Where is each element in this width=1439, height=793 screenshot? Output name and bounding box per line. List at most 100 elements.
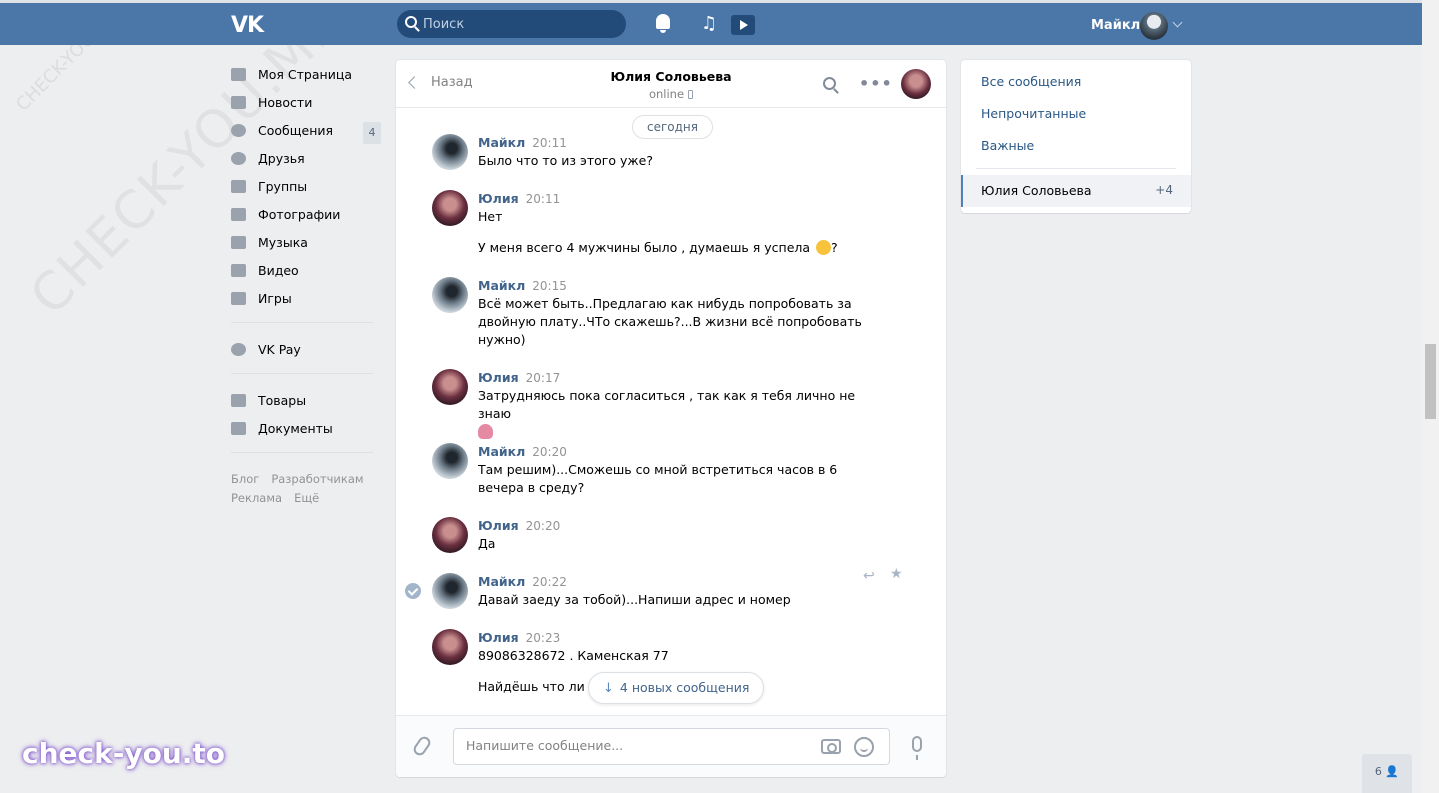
sidebar-item-label: Музыка — [258, 234, 308, 250]
attach-icon[interactable] — [411, 734, 433, 758]
message-list[interactable]: сегодня Майкл 20:11 Было что то из этого … — [396, 109, 946, 715]
message-author[interactable]: Юлия 20:11 — [478, 191, 560, 206]
active-chat-item[interactable]: Юлия Соловьева +4 — [961, 175, 1191, 207]
sidebar-item-groups[interactable]: Группы — [231, 172, 381, 200]
message-author[interactable]: Майкл 20:22 — [478, 574, 567, 589]
sidebar-item-label: Документы — [258, 420, 333, 436]
avatar[interactable] — [432, 190, 468, 226]
author-name: Майкл — [478, 278, 526, 293]
message-author[interactable]: Юлия 20:20 — [478, 518, 560, 533]
footer-link-blog[interactable]: Блог — [231, 472, 259, 486]
grin-emoji-icon — [816, 240, 832, 255]
author-name: Юлия — [478, 370, 519, 385]
vk-logo[interactable]: VK — [231, 13, 264, 38]
message-text: Да — [478, 536, 496, 551]
sidebar-item-label: Сообщения — [258, 122, 334, 138]
search-icon[interactable] — [823, 77, 836, 90]
author-name: Юлия — [478, 630, 519, 645]
message-text: Там решим)...Сможешь со мной встретиться… — [478, 462, 838, 495]
header-user-name[interactable]: Майкл — [1091, 18, 1140, 33]
avatar[interactable] — [432, 517, 468, 553]
messages-badge: 4 — [363, 122, 381, 144]
filter-all-messages[interactable]: Все сообщения — [981, 74, 1081, 89]
avatar[interactable] — [432, 629, 468, 665]
header-avatar[interactable] — [1140, 12, 1168, 40]
left-sidebar: Моя Страница Новости Сообщения 4 Друзья Г… — [231, 60, 381, 465]
message-text-2: У меня всего 4 мужчины было , думаешь я … — [478, 239, 868, 257]
divider — [231, 373, 373, 374]
reply-icon[interactable]: ↩ — [863, 568, 875, 584]
sidebar-item-photos[interactable]: Фотографии — [231, 200, 381, 228]
sidebar-item-music[interactable]: Музыка — [231, 228, 381, 256]
goods-icon — [231, 393, 246, 407]
filter-important[interactable]: Важные — [981, 138, 1034, 153]
avatar[interactable] — [432, 573, 468, 609]
groups-icon — [231, 179, 246, 193]
sidebar-item-label: Новости — [258, 94, 313, 110]
sidebar-item-label: Моя Страница — [258, 66, 352, 82]
message-author[interactable]: Юлия 20:17 — [478, 370, 560, 385]
message-author[interactable]: Майкл 20:20 — [478, 444, 567, 459]
select-check-icon[interactable] — [405, 583, 421, 599]
author-name: Юлия — [478, 518, 519, 533]
message-text-part: У меня всего 4 мужчины было , думаешь я … — [478, 240, 811, 255]
friends-icon — [231, 151, 246, 165]
message-author[interactable]: Майкл 20:11 — [478, 135, 567, 150]
sidebar-item-label: Фотографии — [258, 206, 341, 222]
bell-icon[interactable] — [654, 14, 672, 34]
message-text: Нет — [478, 209, 503, 224]
sidebar-item-news[interactable]: Новости — [231, 88, 381, 116]
sidebar-item-video[interactable]: Видео — [231, 256, 381, 284]
sidebar-item-games[interactable]: Игры — [231, 284, 381, 312]
camera-icon[interactable] — [821, 739, 841, 754]
sidebar-item-vkpay[interactable]: VK Pay — [231, 335, 381, 363]
message-text: Давай заеду за тобой)...Напиши адрес и н… — [478, 592, 791, 607]
chat-header: Назад Юлия Соловьева online ••• — [396, 60, 946, 108]
avatar[interactable] — [432, 369, 468, 405]
footer-link-ads[interactable]: Реклама — [231, 491, 282, 505]
player-icon[interactable] — [731, 15, 755, 35]
games-icon — [231, 291, 246, 305]
video-icon — [231, 263, 246, 277]
footer-link-more[interactable]: Ещё — [294, 491, 319, 505]
peer-status-text: online — [648, 87, 685, 101]
message-author[interactable]: Юлия 20:23 — [478, 630, 560, 645]
sidebar-item-label: Группы — [258, 178, 308, 194]
online-friends-button[interactable]: 6 👤 — [1362, 754, 1412, 793]
search-input[interactable] — [423, 14, 618, 34]
sidebar-item-messages[interactable]: Сообщения 4 — [231, 116, 381, 144]
smile-icon[interactable] — [854, 737, 874, 757]
author-name: Майкл — [478, 135, 526, 150]
page-scrollbar[interactable] — [1422, 0, 1439, 793]
message-text: Затрудняюсь пока согласиться , так как я… — [478, 387, 868, 441]
user-icon: 👤 — [1385, 765, 1400, 778]
divider — [231, 452, 373, 453]
message-author[interactable]: Майкл 20:15 — [478, 278, 567, 293]
sidebar-item-my-page[interactable]: Моя Страница — [231, 60, 381, 88]
new-messages-button[interactable]: ↓ 4 новых сообщения — [588, 672, 765, 704]
star-icon[interactable]: ★ — [890, 566, 903, 582]
message-time: 20:20 — [532, 445, 567, 459]
sidebar-item-docs[interactable]: Документы — [231, 414, 381, 442]
filter-unread[interactable]: Непрочитанные — [981, 106, 1086, 121]
sidebar-item-friends[interactable]: Друзья — [231, 144, 381, 172]
microphone-icon[interactable] — [912, 736, 922, 760]
footer-links: Блог Разработчикам Реклама Ещё — [231, 470, 381, 508]
messages-icon — [231, 123, 246, 137]
search-box[interactable] — [397, 10, 626, 38]
message-input[interactable] — [466, 738, 796, 753]
mobile-icon — [688, 90, 694, 99]
more-icon[interactable]: ••• — [859, 74, 893, 93]
footer-link-dev[interactable]: Разработчикам — [271, 472, 363, 486]
girl-emoji-icon — [478, 424, 493, 439]
sidebar-item-goods[interactable]: Товары — [231, 386, 381, 414]
scrollbar-thumb[interactable] — [1425, 344, 1436, 419]
avatar[interactable] — [432, 443, 468, 479]
message-input-box[interactable] — [453, 728, 890, 765]
vkpay-icon — [231, 342, 246, 356]
avatar[interactable] — [432, 277, 468, 313]
music-icon[interactable]: ♫ — [701, 14, 717, 34]
chevron-down-icon[interactable] — [1172, 17, 1183, 28]
peer-avatar[interactable] — [901, 69, 931, 99]
avatar[interactable] — [432, 134, 468, 170]
